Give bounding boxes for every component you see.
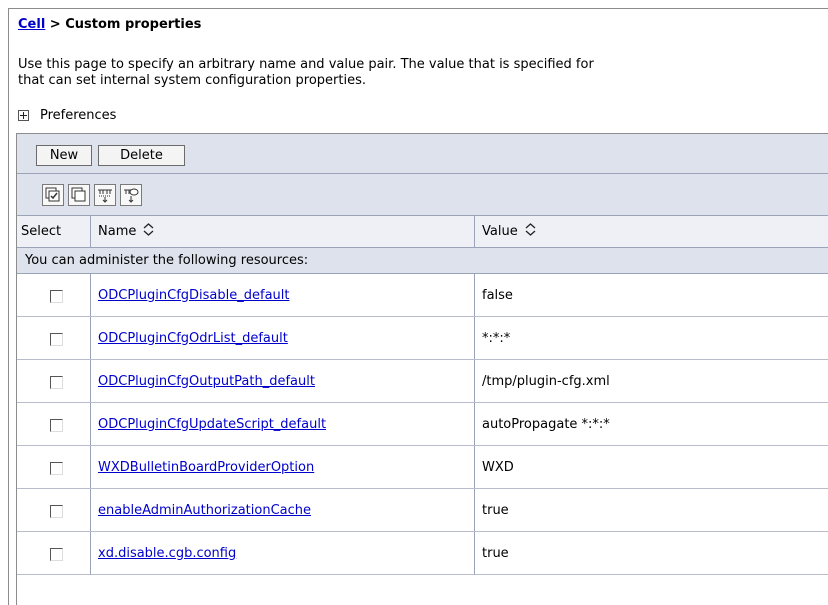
clear-filter-icon[interactable] <box>120 184 142 206</box>
property-value: /tmp/plugin-cfg.xml <box>482 373 610 389</box>
column-divider <box>474 360 475 402</box>
row-checkbox[interactable] <box>50 548 63 561</box>
column-divider <box>90 317 91 359</box>
table-row: ODCPluginCfgOdrList_default *:*:* <box>17 317 828 360</box>
column-divider <box>90 274 91 316</box>
sort-icon[interactable] <box>525 223 536 240</box>
table-row: xd.disable.cgb.config true <box>17 532 828 575</box>
property-name-link[interactable]: ODCPluginCfgOdrList_default <box>98 317 288 359</box>
table-row: ODCPluginCfgUpdateScript_default autoPro… <box>17 403 828 446</box>
resources-group-label: You can administer the following resourc… <box>17 248 828 274</box>
column-divider <box>474 446 475 488</box>
table-header: Select Name Value <box>17 216 828 248</box>
row-checkbox[interactable] <box>50 505 63 518</box>
button-toolbar: New Delete <box>17 134 828 174</box>
column-header-select: Select <box>21 224 62 239</box>
sort-icon[interactable] <box>143 223 154 240</box>
row-checkbox[interactable] <box>50 290 63 303</box>
column-divider <box>474 489 475 531</box>
property-name-link[interactable]: ODCPluginCfgOutputPath_default <box>98 360 315 402</box>
show-filter-icon[interactable] <box>94 184 116 206</box>
row-checkbox[interactable] <box>50 419 63 432</box>
column-divider <box>474 274 475 316</box>
expand-plus-icon[interactable] <box>18 110 29 121</box>
property-name-link[interactable]: WXDBulletinBoardProviderOption <box>98 446 314 488</box>
property-name-link[interactable]: ODCPluginCfgUpdateScript_default <box>98 403 326 445</box>
breadcrumb: Cell > Custom properties <box>18 17 201 32</box>
property-name-link[interactable]: xd.disable.cgb.config <box>98 532 236 574</box>
column-divider <box>90 489 91 531</box>
new-button[interactable]: New <box>36 145 92 166</box>
property-value: autoPropagate *:*:* <box>482 416 610 432</box>
property-value: true <box>482 502 509 518</box>
property-value: WXD <box>482 459 514 475</box>
row-checkbox[interactable] <box>50 333 63 346</box>
breadcrumb-cell-link[interactable]: Cell <box>18 17 45 32</box>
column-divider <box>474 216 475 247</box>
column-header-value-label: Value <box>482 224 518 239</box>
table-row: ODCPluginCfgOutputPath_default /tmp/plug… <box>17 360 828 403</box>
breadcrumb-separator: > <box>45 17 66 32</box>
column-divider <box>90 216 91 247</box>
description-line-1: Use this page to specify an arbitrary na… <box>18 57 594 72</box>
column-header-value[interactable]: Value <box>482 216 536 247</box>
table-row: WXDBulletinBoardProviderOption WXD <box>17 446 828 489</box>
page-description: Use this page to specify an arbitrary na… <box>18 57 824 89</box>
description-line-2: that can set internal system configurati… <box>18 73 366 88</box>
page-title: Custom properties <box>65 17 202 32</box>
column-divider <box>90 532 91 574</box>
icon-toolbar <box>17 174 828 216</box>
deselect-all-icon[interactable] <box>68 184 90 206</box>
column-header-name[interactable]: Name <box>98 216 154 247</box>
select-all-icon[interactable] <box>42 184 64 206</box>
column-divider <box>474 317 475 359</box>
table-row: ODCPluginCfgDisable_default false <box>17 274 828 317</box>
column-header-name-label: Name <box>98 224 137 239</box>
preferences-label: Preferences <box>40 108 117 123</box>
column-divider <box>474 403 475 445</box>
property-value: true <box>482 545 509 561</box>
property-value: *:*:* <box>482 330 511 346</box>
preferences-toggle[interactable]: Preferences <box>18 108 116 123</box>
column-divider <box>90 360 91 402</box>
delete-button[interactable]: Delete <box>98 145 185 166</box>
column-divider <box>474 532 475 574</box>
property-name-link[interactable]: ODCPluginCfgDisable_default <box>98 274 289 316</box>
column-divider <box>90 403 91 445</box>
property-value: false <box>482 287 513 303</box>
table-row: enableAdminAuthorizationCache true <box>17 489 828 532</box>
row-checkbox[interactable] <box>50 376 63 389</box>
column-divider <box>90 446 91 488</box>
row-checkbox[interactable] <box>50 462 63 475</box>
property-name-link[interactable]: enableAdminAuthorizationCache <box>98 489 311 531</box>
custom-properties-table: New Delete Select Name Value You can adm… <box>16 133 828 605</box>
